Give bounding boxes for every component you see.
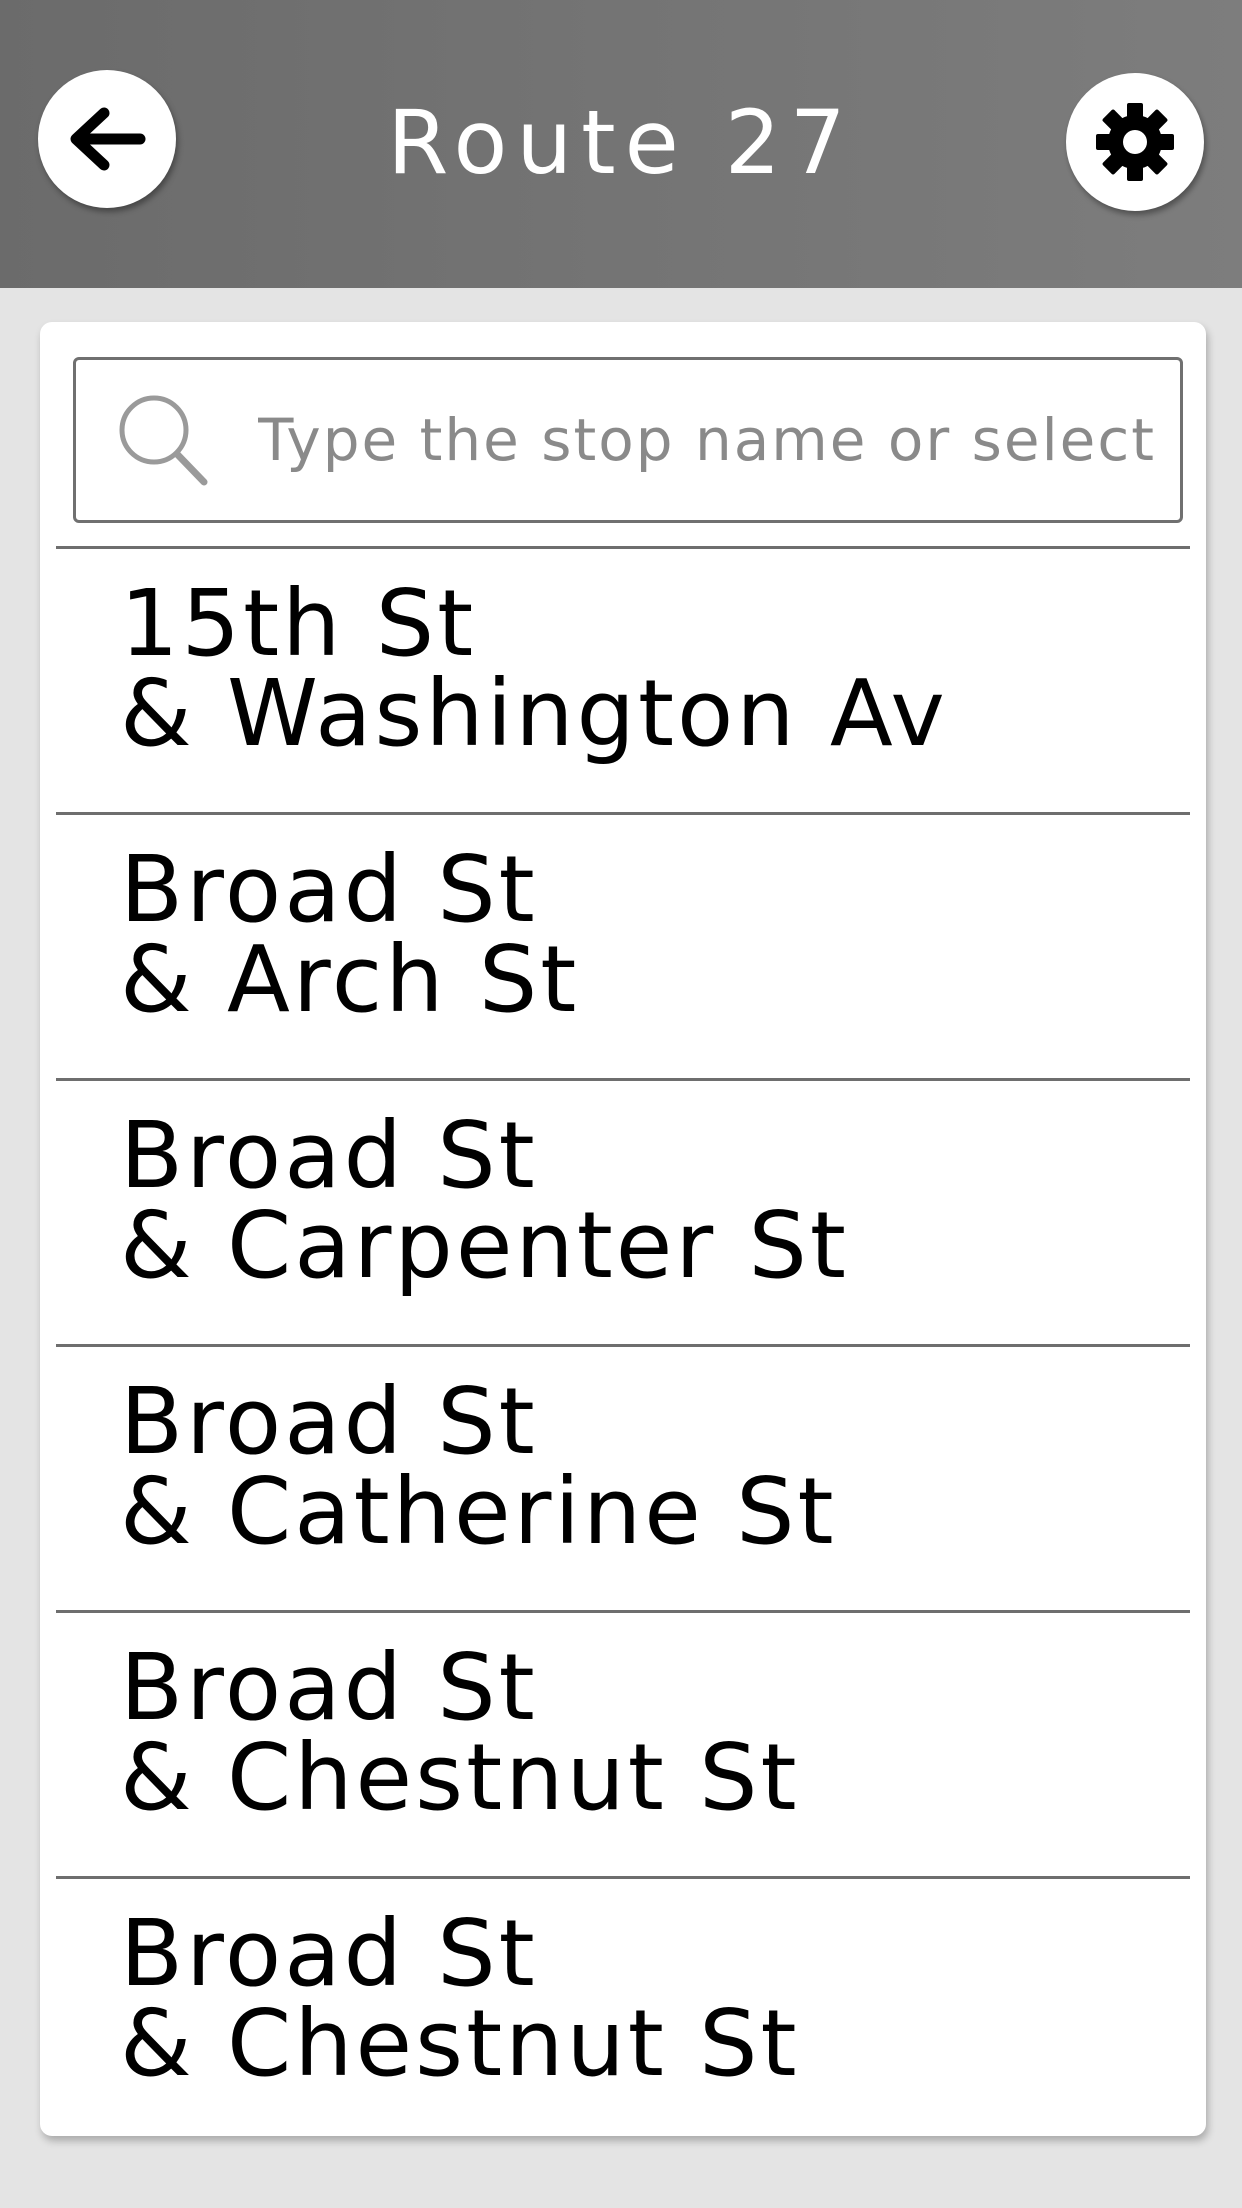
stop-cross-street: & Catherine St (120, 1458, 837, 1565)
stop-list-item[interactable]: Broad St & Arch St (56, 812, 1190, 1078)
search-input[interactable] (258, 388, 1158, 492)
stop-list-item[interactable]: Broad St & Chestnut St (56, 1876, 1190, 2142)
stop-street: Broad St (120, 1634, 538, 1741)
stop-cross-street: & Arch St (120, 926, 580, 1033)
stop-cross-street: & Carpenter St (120, 1192, 849, 1299)
stop-cross-street: & Chestnut St (120, 1990, 800, 2097)
stop-street: Broad St (120, 836, 538, 943)
search-icon (119, 395, 208, 486)
search-box[interactable] (73, 357, 1183, 523)
app-header: Route 27 (0, 0, 1242, 288)
stop-street: Broad St (120, 1368, 538, 1475)
stop-street: 15th St (120, 570, 477, 677)
settings-button[interactable] (1066, 73, 1204, 211)
stop-list-item[interactable]: Broad St & Chestnut St (56, 1610, 1190, 1876)
stop-list-item[interactable]: Broad St & Carpenter St (56, 1078, 1190, 1344)
stop-cross-street: & Washington Av (120, 660, 948, 767)
page-title: Route 27 (387, 91, 855, 194)
stop-list-card: 15th St & Washington Av Broad St & Arch … (40, 322, 1206, 2136)
back-button[interactable] (38, 70, 176, 208)
stop-cross-street: & Chestnut St (120, 1724, 800, 1831)
stop-list-item[interactable]: Broad St & Catherine St (56, 1344, 1190, 1610)
stop-street: Broad St (120, 1900, 538, 2007)
stop-list: 15th St & Washington Av Broad St & Arch … (56, 546, 1190, 2142)
stop-list-item[interactable]: 15th St & Washington Av (56, 546, 1190, 812)
stop-street: Broad St (120, 1102, 538, 1209)
arrow-left-icon (70, 107, 146, 171)
gear-icon (1096, 103, 1174, 181)
